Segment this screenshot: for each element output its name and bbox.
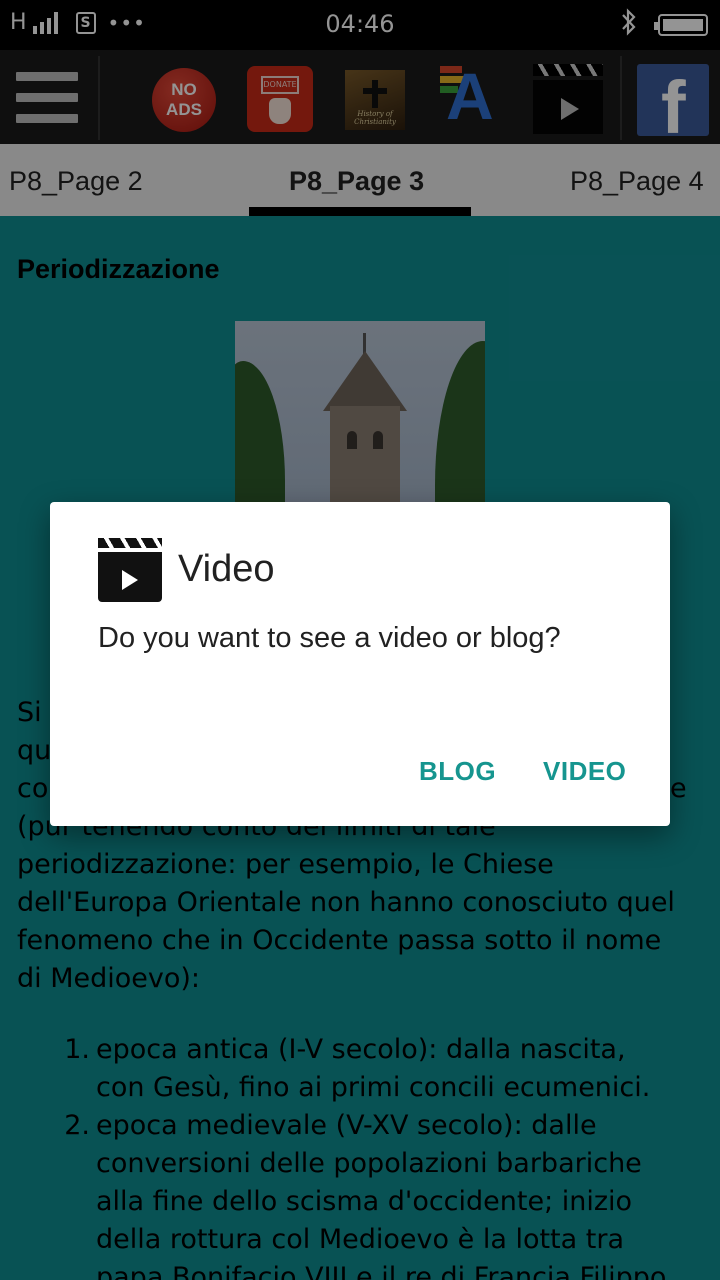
blog-button[interactable]: BLOG (419, 756, 496, 787)
video-button[interactable]: VIDEO (543, 756, 626, 787)
play-icon (122, 570, 138, 590)
dialog-message: Do you want to see a video or blog? (98, 622, 561, 654)
clapper-top (98, 538, 162, 548)
video-clapper-icon (98, 538, 162, 602)
dialog-title: Video (178, 548, 275, 590)
video-dialog: Video Do you want to see a video or blog… (50, 502, 670, 826)
